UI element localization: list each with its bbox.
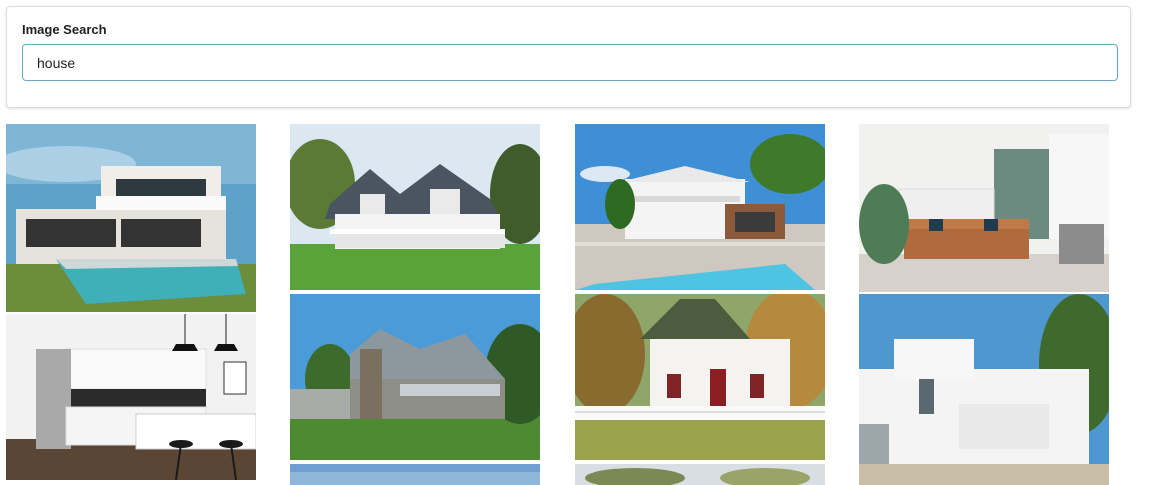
result-image-victorian-house[interactable]	[290, 124, 540, 290]
result-image-tropical-house[interactable]	[575, 124, 825, 290]
result-image-minimalist-house[interactable]	[859, 294, 1109, 485]
result-image-living-room[interactable]	[859, 124, 1109, 292]
result-image-white-cottage[interactable]	[575, 294, 825, 460]
search-input[interactable]	[22, 44, 1118, 81]
result-image-white-kitchen[interactable]	[6, 314, 256, 480]
result-image-stone-house[interactable]	[290, 294, 540, 460]
result-image-modern-villa[interactable]	[6, 124, 256, 312]
search-panel: Image Search	[6, 6, 1131, 108]
result-image-partial-tree[interactable]	[575, 464, 825, 485]
search-label: Image Search	[22, 22, 107, 37]
result-image-partial-sky[interactable]	[290, 464, 540, 485]
